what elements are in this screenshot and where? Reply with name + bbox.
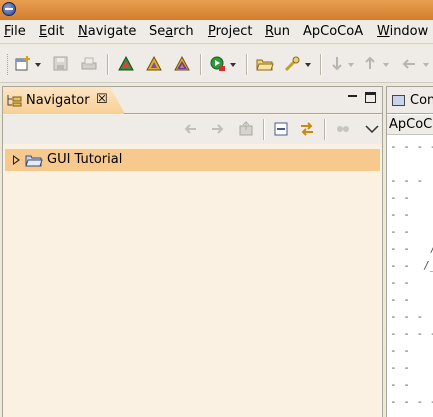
filter-icon[interactable] bbox=[334, 120, 352, 138]
search-tool-icon[interactable] bbox=[284, 55, 302, 73]
navigator-view: Navigator ☒ GUI Tutorial bbox=[2, 86, 383, 417]
title-bar bbox=[0, 0, 433, 20]
project-folder-icon bbox=[25, 154, 43, 167]
menu-bar: File Edit Navigate Search Project Run Ap… bbox=[0, 20, 433, 44]
console-header: ApCoCoA bbox=[387, 115, 433, 135]
eclipse-icon[interactable] bbox=[2, 2, 16, 16]
apcocoa-icon-2[interactable] bbox=[145, 55, 163, 73]
navigator-toolbar bbox=[3, 115, 382, 144]
menu-file[interactable]: File bbox=[4, 24, 26, 39]
back-arrow-icon[interactable] bbox=[182, 120, 200, 138]
console-line: - - - bbox=[390, 174, 424, 187]
run-icon[interactable] bbox=[209, 55, 227, 73]
back-icon[interactable] bbox=[400, 55, 418, 73]
menu-window[interactable]: Window bbox=[377, 24, 428, 39]
console-header-label: ApCoCoA bbox=[389, 117, 433, 132]
console-line: - - bbox=[390, 344, 410, 357]
view-menu-icon[interactable] bbox=[363, 120, 381, 138]
menu-search[interactable]: Search bbox=[149, 24, 194, 39]
navigator-icon bbox=[7, 94, 23, 107]
console-icon bbox=[392, 95, 405, 106]
menu-project[interactable]: Project bbox=[208, 24, 253, 39]
console-line: - - bbox=[390, 361, 410, 374]
next-annotation-icon[interactable] bbox=[329, 55, 347, 73]
navigator-tab-label: Navigator bbox=[26, 93, 90, 108]
console-line: - - bbox=[390, 293, 410, 306]
console-line: - - - - - - - - bbox=[390, 327, 433, 340]
console-line: - - bbox=[390, 191, 410, 204]
collapse-all-icon[interactable] bbox=[272, 120, 290, 138]
tree-item-gui-tutorial[interactable]: GUI Tutorial bbox=[5, 149, 380, 171]
menu-apcocoa[interactable]: ApCoCoA bbox=[303, 24, 363, 39]
console-line: - - - - - - - - bbox=[390, 140, 433, 153]
console-line: - - - bbox=[390, 310, 424, 323]
expand-arrow-icon[interactable] bbox=[13, 155, 20, 165]
up-folder-icon[interactable] bbox=[237, 120, 255, 138]
navigator-tab-bar: Navigator ☒ bbox=[3, 87, 382, 114]
menu-run[interactable]: Run bbox=[265, 24, 290, 39]
toolbar-grip[interactable] bbox=[7, 54, 10, 75]
tab-navigator[interactable]: Navigator ☒ bbox=[3, 87, 125, 114]
console-output[interactable]: - - - - - - - - - - - - - - - - - - - / … bbox=[387, 136, 433, 417]
console-line: - - bbox=[390, 378, 410, 391]
print-icon[interactable] bbox=[80, 55, 98, 73]
console-line: - - / bbox=[390, 242, 433, 255]
main-toolbar bbox=[0, 45, 433, 83]
close-icon[interactable]: ☒ bbox=[96, 92, 108, 107]
console-line: - - - - - - - - bbox=[390, 395, 433, 408]
minimize-view-icon[interactable] bbox=[348, 93, 358, 103]
console-view: Console ApCoCoA - - - - - - - - - - - - … bbox=[386, 86, 433, 417]
console-line: - - bbox=[390, 276, 410, 289]
save-icon[interactable] bbox=[52, 55, 70, 73]
console-line: - - bbox=[390, 225, 410, 238]
forward-arrow-icon[interactable] bbox=[208, 120, 226, 138]
console-line: - - /_ bbox=[390, 259, 433, 272]
prev-annotation-icon[interactable] bbox=[362, 55, 380, 73]
link-with-editor-icon[interactable] bbox=[298, 120, 316, 138]
apcocoa-icon-1[interactable] bbox=[117, 55, 135, 73]
maximize-view-icon[interactable] bbox=[365, 92, 376, 103]
tab-console[interactable]: Console bbox=[410, 93, 433, 108]
menu-navigate[interactable]: Navigate bbox=[78, 24, 136, 39]
menu-edit[interactable]: Edit bbox=[39, 24, 64, 39]
apcocoa-icon-3[interactable] bbox=[173, 55, 191, 73]
open-folder-icon[interactable] bbox=[256, 55, 274, 73]
tree-item-label: GUI Tutorial bbox=[47, 152, 123, 167]
console-tab-bar: Console bbox=[387, 87, 433, 114]
console-line: - - bbox=[390, 208, 410, 221]
new-wizard-icon[interactable] bbox=[14, 55, 32, 73]
navigator-tree: GUI Tutorial bbox=[3, 148, 382, 417]
